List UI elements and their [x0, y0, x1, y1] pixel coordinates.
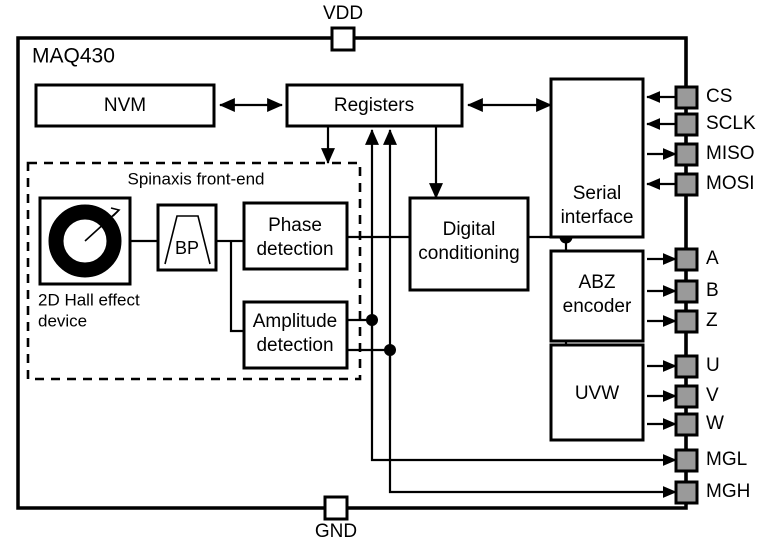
pin-miso-label: MISO — [706, 143, 755, 164]
block-bp-label: BP — [175, 238, 199, 258]
pin-z[interactable] — [674, 309, 699, 334]
block-phase-label-line1: Phase — [268, 215, 322, 236]
pin-u[interactable] — [674, 354, 699, 379]
pin-mosi-label: MOSI — [706, 173, 755, 194]
block-hall-label-line2: device — [38, 311, 87, 330]
block-serial-label-line2: interface — [561, 207, 634, 228]
pin-v[interactable] — [674, 384, 699, 409]
block-nvm-label: NVM — [104, 95, 146, 116]
pin-mosi[interactable] — [674, 172, 699, 197]
pin-vdd-label: VDD — [323, 3, 363, 24]
pin-cs[interactable] — [674, 85, 699, 110]
pin-sclk[interactable] — [674, 112, 699, 137]
block-serial-label-line1: Serial — [573, 183, 622, 204]
pin-mgl-label: MGL — [706, 449, 747, 470]
maq430-block-diagram: VDD GND MAQ430 NVM Registers Spinaxis fr… — [16, 3, 756, 542]
block-digital-label-line1: Digital — [443, 219, 496, 240]
pin-gnd-label: GND — [315, 521, 357, 542]
pin-v-label: V — [706, 385, 719, 406]
block-phase-label-line2: detection — [256, 239, 333, 260]
pin-sclk-label: SCLK — [706, 113, 756, 134]
pin-mgh[interactable] — [674, 480, 699, 505]
pin-vdd[interactable] — [330, 26, 356, 52]
pin-u-label: U — [706, 355, 720, 376]
pin-mgl[interactable] — [674, 448, 699, 473]
pin-miso[interactable] — [674, 142, 699, 167]
block-amplitude-label-line2: detection — [256, 335, 333, 356]
block-uvw-label: UVW — [575, 383, 619, 404]
pin-w[interactable] — [674, 412, 699, 437]
block-registers-label: Registers — [334, 95, 414, 116]
block-hall-label-line1: 2D Hall effect — [38, 290, 140, 309]
pin-w-label: W — [706, 413, 724, 434]
pin-b-label: B — [706, 280, 719, 301]
pin-a-label: A — [706, 248, 719, 269]
block-amplitude-label-line1: Amplitude — [253, 311, 338, 332]
block-abz-label-line2: encoder — [563, 296, 632, 317]
chip-label: MAQ430 — [32, 45, 115, 68]
block-diagram-canvas: VDD GND MAQ430 NVM Registers Spinaxis fr… — [0, 0, 778, 545]
group-spinaxis-label: Spinaxis front-end — [127, 169, 264, 188]
pin-gnd[interactable] — [323, 495, 349, 521]
pin-z-label: Z — [706, 310, 718, 331]
pin-mgh-label: MGH — [706, 481, 750, 502]
pin-b[interactable] — [674, 279, 699, 304]
block-digital-label-line2: conditioning — [418, 243, 519, 264]
wire-bp-amplitude — [229, 241, 244, 333]
pin-a[interactable] — [674, 247, 699, 272]
pin-cs-label: CS — [706, 86, 732, 107]
block-abz-label-line1: ABZ — [579, 272, 616, 293]
